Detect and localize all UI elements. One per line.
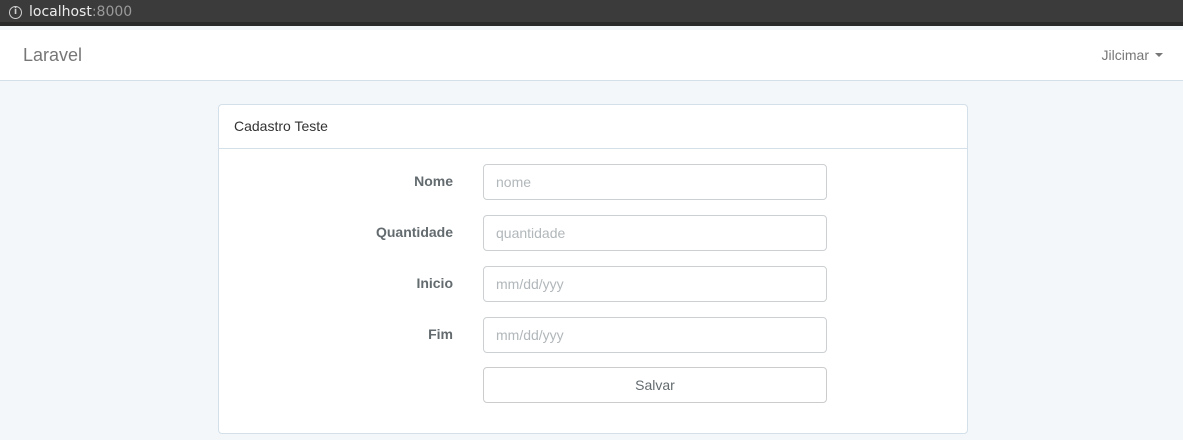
quantidade-label: Quantidade [375, 224, 453, 240]
nome-input[interactable] [483, 164, 827, 200]
panel-title: Cadastro Teste [219, 105, 967, 149]
form-row-quantidade: Quantidade [219, 215, 967, 251]
url-text[interactable]: localhost:8000 [29, 4, 132, 20]
fim-label: Fim [428, 326, 453, 342]
user-name: Jilcimar [1101, 47, 1149, 63]
fim-date-input[interactable] [483, 317, 827, 353]
form-row-inicio: Inicio [219, 266, 967, 302]
form-panel: Cadastro Teste Nome Quantidade Inicio Fi… [218, 104, 968, 434]
form-row-nome: Nome [219, 164, 967, 200]
caret-down-icon [1155, 53, 1163, 57]
browser-address-bar[interactable]: i localhost:8000 [0, 0, 1183, 26]
form-row-fim: Fim [219, 317, 967, 353]
quantidade-input[interactable] [483, 215, 827, 251]
top-navbar: Laravel Jilcimar [0, 30, 1183, 81]
save-button[interactable]: Salvar [483, 367, 827, 403]
brand-link[interactable]: Laravel [23, 45, 82, 66]
url-host: localhost [29, 4, 92, 20]
url-port: :8000 [91, 4, 133, 20]
inicio-label: Inicio [416, 275, 453, 291]
nome-label: Nome [414, 173, 453, 189]
inicio-date-input[interactable] [483, 266, 827, 302]
user-dropdown[interactable]: Jilcimar [1102, 47, 1163, 63]
info-icon[interactable]: i [9, 6, 22, 19]
